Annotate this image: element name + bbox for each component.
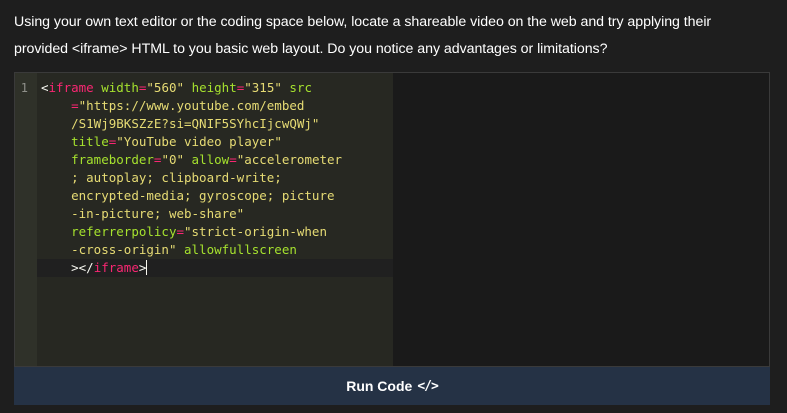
code-token-string: "accelerometer [236, 152, 343, 167]
code-token: > [138, 260, 147, 275]
run-code-label: Run Code [346, 378, 413, 394]
preview-pane [393, 73, 769, 366]
code-token-eq: = [229, 152, 237, 167]
code-token-string: -in-picture; web-share" [71, 206, 245, 221]
editor-gutter: 1 [15, 73, 37, 366]
line-number: 1 [20, 81, 28, 95]
code-token-string: "315" [244, 80, 282, 95]
code-token-attr: width [101, 80, 139, 95]
code-token-attr: referrerpolicy [71, 224, 177, 239]
code-token-attr: frameborder [71, 152, 154, 167]
code-token: < [41, 80, 49, 95]
code-token-tag: iframe [93, 260, 139, 275]
run-code-button[interactable]: Run Code </> [14, 367, 770, 405]
code-token-string: ; autoplay; clipboard-write; [71, 170, 282, 185]
code-token-attr: title [71, 134, 109, 149]
code-token-string: "YouTube video player" [116, 134, 282, 149]
code-token-attr: allowfullscreen [184, 242, 297, 257]
code-editor[interactable]: 1 <iframe width="560" height="315" src =… [15, 73, 393, 366]
instructions-text: Using your own text editor or the coding… [14, 9, 780, 63]
code-token-string: "560" [146, 80, 185, 95]
code-token-string: -cross-origin" [71, 242, 177, 257]
code-token-string: /S1Wj9BKSZzE?si=QNIF5SYhcIjcwQWj" [71, 116, 320, 131]
instructions-line-2: provided <iframe> HTML to you basic web … [14, 41, 608, 57]
text-cursor [146, 260, 148, 275]
code-token-eq: = [176, 224, 184, 239]
code-token-attr: allow [191, 152, 230, 167]
code-content[interactable]: <iframe width="560" height="315" src ="h… [41, 79, 391, 277]
code-icon: </> [417, 378, 439, 394]
code-token-attr: src [289, 80, 312, 95]
instructions-line-1: Using your own text editor or the coding… [14, 14, 712, 30]
code-token: > [71, 260, 79, 275]
code-token-string: "https://www.youtube.com/embed [78, 98, 305, 113]
code-token-string: "0" [161, 152, 185, 167]
code-token-attr: height [191, 80, 237, 95]
code-token-string: encrypted-media; gyroscope; picture [71, 188, 335, 203]
code-token-tag: iframe [48, 80, 94, 95]
code-token-string: "strict-origin-when [184, 224, 327, 239]
coding-workspace: 1 <iframe width="560" height="315" src =… [14, 72, 770, 367]
code-token: </ [78, 260, 94, 275]
page: Using your own text editor or the coding… [0, 0, 787, 413]
code-token-eq: = [71, 98, 79, 113]
